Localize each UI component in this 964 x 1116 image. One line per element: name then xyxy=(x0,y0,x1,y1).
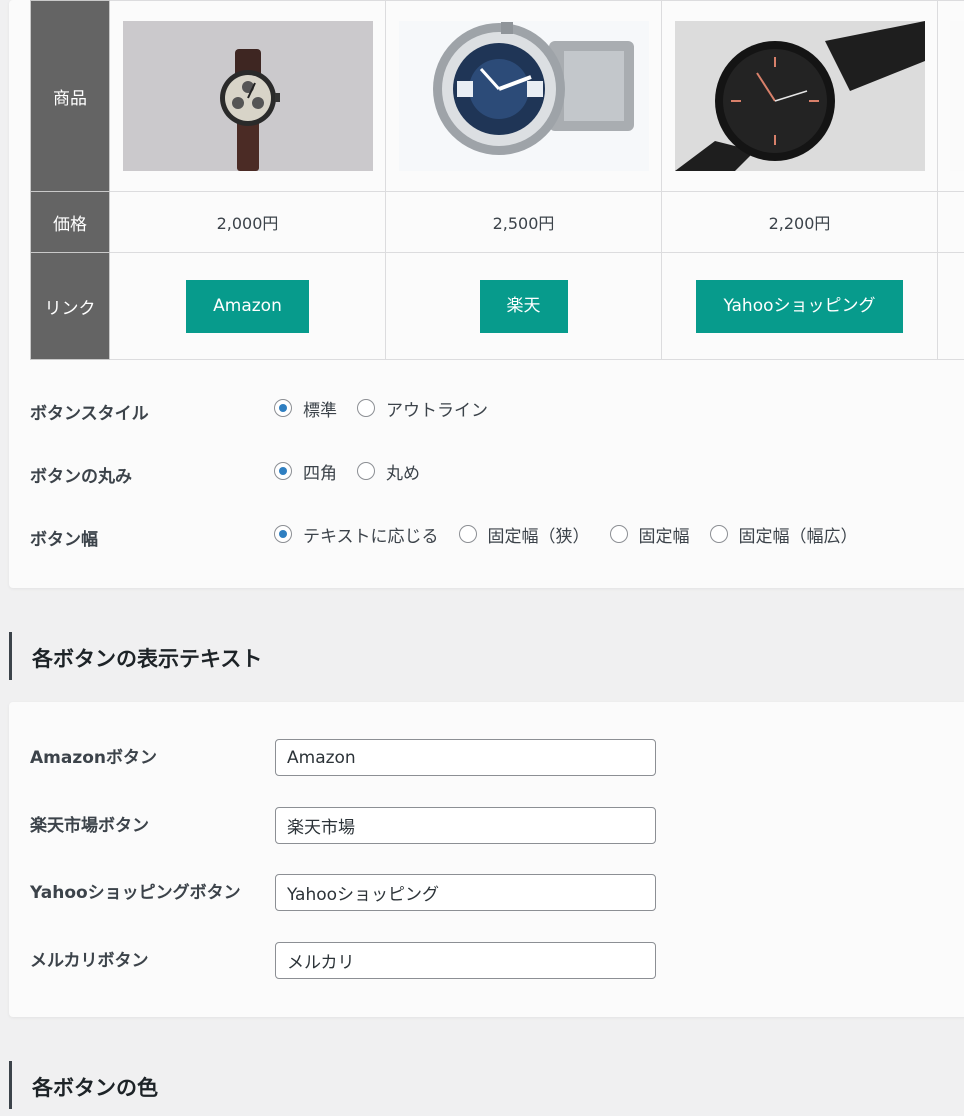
radio-icon[interactable] xyxy=(357,399,375,417)
mercari-text-input[interactable] xyxy=(275,942,656,979)
rakuten-button[interactable]: 楽天 xyxy=(479,279,568,333)
product-cell xyxy=(937,0,964,192)
price-cell: 2,000円 xyxy=(109,191,386,253)
radio-selected-icon[interactable] xyxy=(274,399,292,417)
yahoo-text-label: Yahooショッピングボタン xyxy=(30,883,241,903)
button-width-label: ボタン幅 xyxy=(30,530,98,550)
option-label: 四角 xyxy=(303,463,337,484)
radio-option-rounded[interactable]: 丸め xyxy=(357,459,420,484)
button-preview-card: 商品 価格 2,000円 2,500円 2,200円 リンク Amazon 楽天… xyxy=(9,0,964,588)
section-title: 各ボタンの表示テキスト xyxy=(32,647,263,671)
radio-icon[interactable] xyxy=(458,525,477,543)
product-image-1 xyxy=(122,21,373,171)
amazon-text-label: Amazonボタン xyxy=(30,748,158,768)
option-label: テキストに応じる xyxy=(303,526,439,547)
option-label: 固定幅 xyxy=(638,526,690,547)
amazon-text-input[interactable] xyxy=(275,739,656,776)
button-text-card: Amazonボタン 楽天市場ボタン Yahooショッピングボタン メルカリボタン xyxy=(9,702,964,1017)
rakuten-text-row: 楽天市場ボタン xyxy=(30,807,930,847)
radio-option-auto[interactable]: テキストに応じる xyxy=(274,522,439,547)
section-heading-text: 各ボタンの表示テキスト xyxy=(9,632,612,680)
mercari-text-row: メルカリボタン xyxy=(30,942,930,982)
yahoo-text-input[interactable] xyxy=(275,874,656,911)
link-cell: Amazon xyxy=(109,252,386,360)
yahoo-text-row: Yahooショッピングボタン xyxy=(30,874,930,914)
link-header: リンク xyxy=(30,252,110,360)
price-cell xyxy=(937,191,964,253)
button-style-setting: ボタンスタイル 標準 アウトライン xyxy=(30,393,960,424)
product-comparison-table: 商品 価格 2,000円 2,500円 2,200円 リンク Amazon 楽天… xyxy=(30,0,964,360)
button-corner-label: ボタンの丸み xyxy=(30,467,132,487)
radio-option-wide[interactable]: 固定幅（幅広） xyxy=(709,522,858,547)
rakuten-text-input[interactable] xyxy=(275,807,656,844)
product-header: 商品 xyxy=(30,0,110,192)
option-label: 固定幅（幅広） xyxy=(738,526,858,547)
option-label: アウトライン xyxy=(386,400,488,421)
product-cell xyxy=(109,0,386,192)
amazon-text-row: Amazonボタン xyxy=(30,739,930,779)
button-corner-options: 四角 丸め xyxy=(274,456,440,486)
product-image-3 xyxy=(674,21,925,171)
option-label: 標準 xyxy=(303,400,337,421)
product-cell xyxy=(661,0,938,192)
radio-option-standard[interactable]: 標準 xyxy=(274,396,337,421)
yahoo-button[interactable]: Yahooショッピング xyxy=(696,279,903,333)
radio-option-outline[interactable]: アウトライン xyxy=(357,396,488,421)
product-image-row: 商品 xyxy=(30,0,964,192)
price-row: 価格 2,000円 2,500円 2,200円 xyxy=(30,191,964,253)
radio-icon[interactable] xyxy=(609,525,628,543)
rakuten-text-label: 楽天市場ボタン xyxy=(30,816,149,836)
button-width-setting: ボタン幅 テキストに応じる 固定幅（狭） 固定幅 固定幅（幅広） xyxy=(30,519,960,550)
radio-icon[interactable] xyxy=(709,525,728,543)
price-header: 価格 xyxy=(30,191,110,253)
radio-option-square[interactable]: 四角 xyxy=(274,459,337,484)
radio-icon[interactable] xyxy=(357,462,375,480)
radio-selected-icon[interactable] xyxy=(274,462,292,480)
section-title: 各ボタンの色 xyxy=(32,1076,158,1100)
option-label: 固定幅（狭） xyxy=(487,526,590,547)
link-cell: Yahooショッピング xyxy=(661,252,938,360)
link-cell: 楽天 xyxy=(385,252,662,360)
option-label: 丸め xyxy=(386,463,420,484)
product-image-4 xyxy=(950,21,964,171)
button-corner-setting: ボタンの丸み 四角 丸め xyxy=(30,456,960,487)
link-cell xyxy=(937,252,964,360)
price-cell: 2,500円 xyxy=(385,191,662,253)
amazon-button[interactable]: Amazon xyxy=(186,279,309,333)
section-heading-color: 各ボタンの色 xyxy=(9,1061,612,1109)
link-row: リンク Amazon 楽天 Yahooショッピング xyxy=(30,252,964,360)
button-style-options: 標準 アウトライン xyxy=(274,393,508,423)
price-cell: 2,200円 xyxy=(661,191,938,253)
radio-option-fixed[interactable]: 固定幅 xyxy=(609,522,690,547)
radio-option-narrow[interactable]: 固定幅（狭） xyxy=(458,522,590,547)
product-cell xyxy=(385,0,662,192)
button-style-label: ボタンスタイル xyxy=(30,404,149,424)
mercari-text-label: メルカリボタン xyxy=(30,951,149,971)
radio-selected-icon[interactable] xyxy=(274,525,292,543)
button-width-options: テキストに応じる 固定幅（狭） 固定幅 固定幅（幅広） xyxy=(274,519,878,549)
product-image-2 xyxy=(398,21,649,171)
